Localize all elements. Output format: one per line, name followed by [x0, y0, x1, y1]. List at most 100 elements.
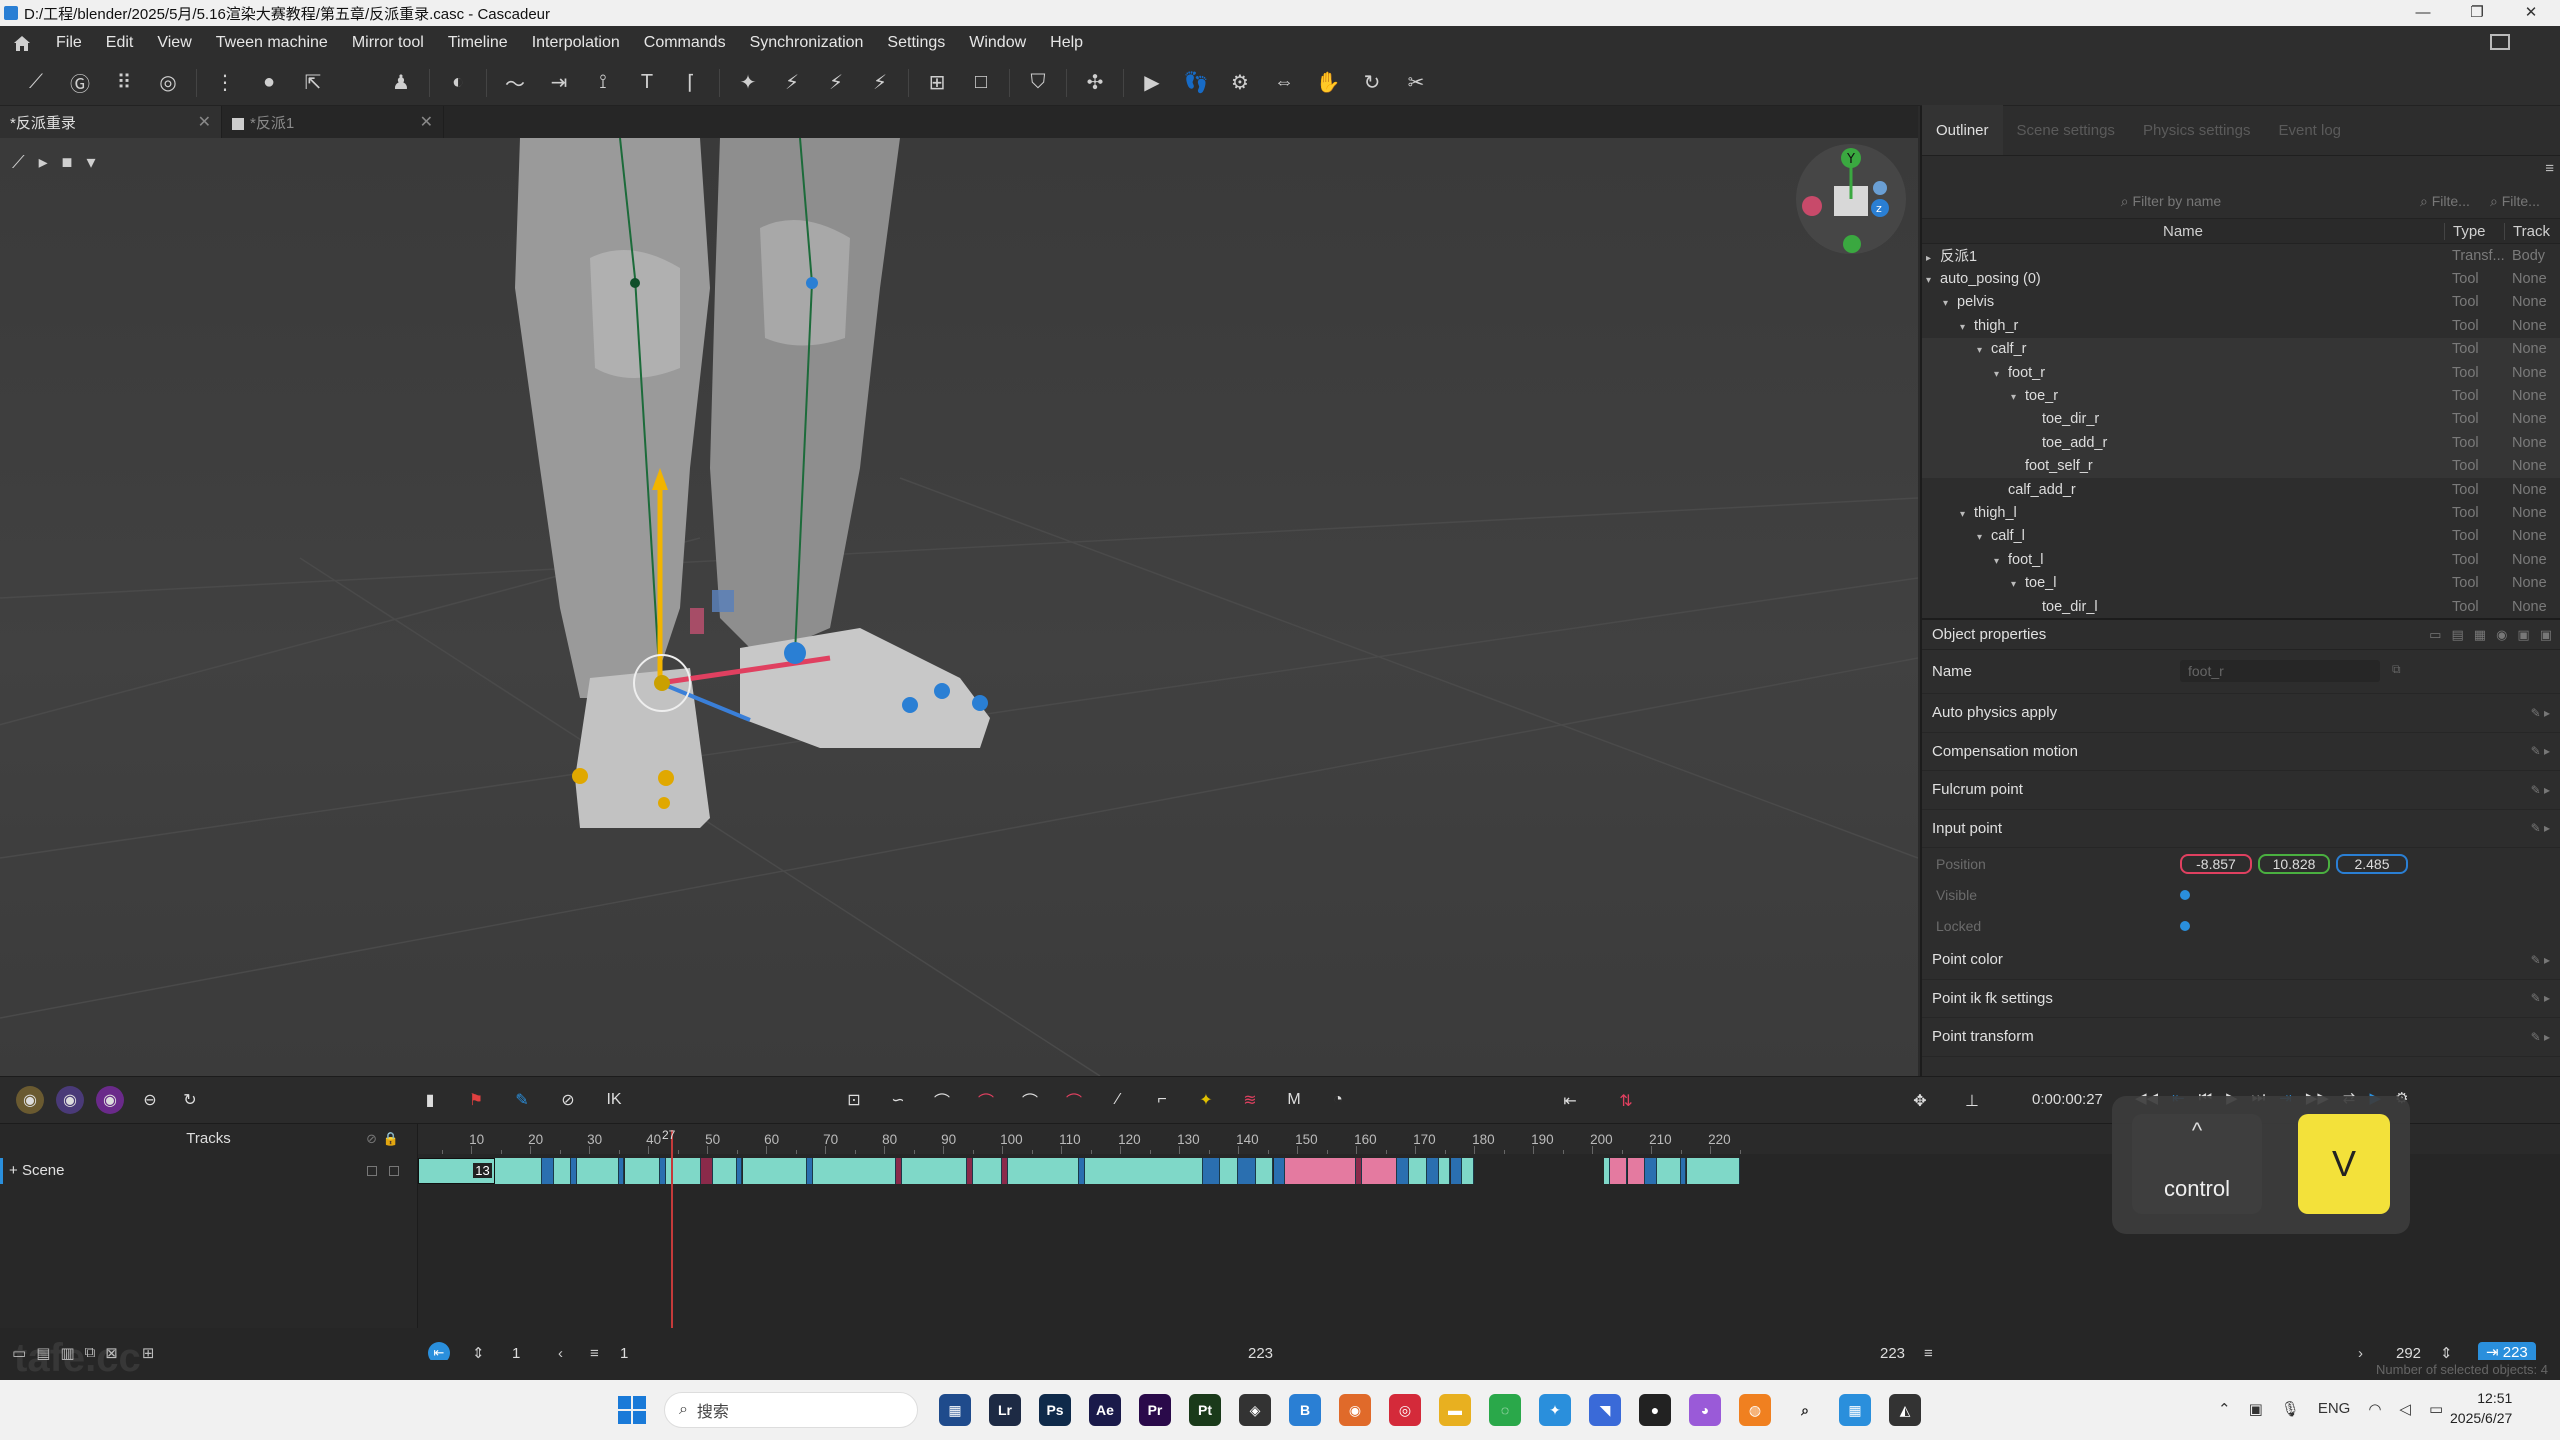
camera-icon[interactable]: ■: [62, 152, 73, 173]
position-y-field[interactable]: 10.828: [2258, 854, 2330, 874]
rotate-icon[interactable]: ↻: [1357, 68, 1387, 98]
skeleton-icon[interactable]: ⟋: [12, 152, 25, 173]
curve-editor-icon[interactable]: ⊡: [840, 1086, 868, 1114]
range-start-field[interactable]: 1: [512, 1345, 520, 1362]
name-field[interactable]: foot_r: [2180, 660, 2380, 682]
stairs-icon[interactable]: ⟟: [588, 68, 618, 98]
photoshop-icon[interactable]: Ps: [1039, 1394, 1071, 1426]
column-track[interactable]: Track: [2504, 222, 2560, 240]
menu-view[interactable]: View: [145, 34, 203, 52]
frame-icon[interactable]: ⊞: [922, 68, 952, 98]
tray-up-icon[interactable]: ⌃: [2218, 1400, 2231, 1418]
position-x-field[interactable]: -8.857: [2180, 854, 2252, 874]
blender-icon[interactable]: ◍: [1739, 1394, 1771, 1426]
pose-icon[interactable]: ✦: [733, 68, 763, 98]
expand-arrow-icon[interactable]: ▾: [1977, 345, 1991, 356]
menu-edit[interactable]: Edit: [94, 34, 146, 52]
keyframe-segment[interactable]: [1409, 1158, 1427, 1184]
tab-second-scene[interactable]: *反派1 ✕: [222, 106, 444, 138]
keyframe-segment[interactable]: [1657, 1158, 1681, 1184]
bones-icon[interactable]: ✂: [1401, 68, 1431, 98]
expand-arrow-icon[interactable]: ▾: [2011, 579, 2025, 590]
property-section[interactable]: Point ik fk settings ✎ ▸: [1922, 980, 2560, 1018]
interp-3-icon[interactable]: ⌒: [1016, 1086, 1044, 1114]
run-icon[interactable]: ⚡: [777, 68, 807, 98]
pt-app-icon[interactable]: Pt: [1189, 1394, 1221, 1426]
speedometer-icon[interactable]: ◔: [1324, 1086, 1352, 1114]
lightroom-icon[interactable]: Lr: [989, 1394, 1021, 1426]
keyframe-segment[interactable]: [742, 1158, 808, 1184]
clamp-icon[interactable]: ✦: [1192, 1086, 1220, 1114]
outliner-row[interactable]: ▸ 反派1 Transf... Body: [1922, 244, 2560, 267]
outliner-row[interactable]: ▾ foot_r Tool None: [1922, 360, 2560, 385]
keyframe-segment[interactable]: [1238, 1158, 1256, 1184]
firefox-icon[interactable]: ◉: [1339, 1394, 1371, 1426]
keyframe-segment[interactable]: [1609, 1158, 1628, 1184]
m-icon[interactable]: M: [1280, 1086, 1308, 1114]
keyframe-segment[interactable]: [1273, 1158, 1286, 1184]
column-name[interactable]: Name: [1922, 223, 2444, 240]
record-range-icon[interactable]: ⇅: [1612, 1087, 1640, 1115]
tab-outliner[interactable]: Outliner: [1922, 105, 2003, 155]
netease-icon[interactable]: ◎: [1389, 1394, 1421, 1426]
keyframe-segment[interactable]: [1397, 1158, 1410, 1184]
outliner-row[interactable]: toe_dir_r Tool None: [1922, 407, 2560, 432]
grid-icon[interactable]: ▦: [2474, 627, 2486, 643]
taskbar-app-icon-1[interactable]: ▦: [939, 1394, 971, 1426]
close-icon[interactable]: ✕: [420, 112, 433, 132]
keyframe-segment[interactable]: [713, 1158, 737, 1184]
scale-icon[interactable]: ⇔: [1269, 68, 1299, 98]
obs-icon[interactable]: ●: [1639, 1394, 1671, 1426]
outliner-row[interactable]: ▾ calf_l Tool None: [1922, 525, 2560, 548]
expand-arrow-icon[interactable]: ▾: [1960, 322, 1974, 333]
dropdown-icon[interactable]: ▸: [39, 152, 48, 173]
b-app-icon[interactable]: B: [1289, 1394, 1321, 1426]
expand-arrow-icon[interactable]: ▾: [1926, 275, 1940, 286]
visible-checkbox[interactable]: [2180, 890, 2190, 900]
volume-icon[interactable]: ◁: [2399, 1400, 2411, 1418]
step-icon[interactable]: ⋮: [210, 68, 240, 98]
expand-arrow-icon[interactable]: ▸: [1926, 253, 1940, 264]
tab-physics-settings[interactable]: Physics settings: [2129, 105, 2265, 155]
keyframe-segment[interactable]: [1462, 1158, 1475, 1184]
shield-icon[interactable]: ⛉: [1023, 68, 1053, 98]
expand-arrow-icon[interactable]: ▾: [1994, 369, 2008, 380]
keyframe-segment[interactable]: [1426, 1158, 1439, 1184]
range-menu-icon[interactable]: ≡: [590, 1345, 599, 1362]
menu-window[interactable]: Window: [957, 34, 1038, 52]
prev-icon[interactable]: ‹: [558, 1345, 563, 1362]
noise-icon[interactable]: ≋: [1236, 1086, 1264, 1114]
keyframe-segment[interactable]: [1450, 1158, 1463, 1184]
outliner-row[interactable]: ▾ pelvis Tool None: [1922, 291, 2560, 314]
menu-interpolation[interactable]: Interpolation: [520, 34, 632, 52]
wrench-icon[interactable]: ✎: [508, 1086, 536, 1114]
outliner-row[interactable]: toe_dir_l Tool None: [1922, 595, 2560, 618]
keyframe-segment[interactable]: [1255, 1158, 1274, 1184]
premiere-icon[interactable]: Pr: [1139, 1394, 1171, 1426]
loop-icon[interactable]: ↻: [176, 1086, 204, 1114]
align-icon[interactable]: ⇥: [544, 68, 574, 98]
eye-icon[interactable]: ◉: [2496, 627, 2507, 643]
flag-icon[interactable]: ⚑: [462, 1086, 490, 1114]
menu-file[interactable]: File: [44, 34, 94, 52]
graph-icon[interactable]: ⟋: [21, 68, 51, 98]
anchor-icon[interactable]: ⊥: [1958, 1087, 1986, 1115]
outliner-row[interactable]: ▾ thigh_r Tool None: [1922, 314, 2560, 337]
interp-4-icon[interactable]: ⌒: [1060, 1086, 1088, 1114]
orientation-gizmo[interactable]: Y z: [1796, 144, 1906, 254]
outliner-row[interactable]: ▾ thigh_l Tool None: [1922, 501, 2560, 524]
outliner-row[interactable]: calf_add_r Tool None: [1922, 478, 2560, 501]
no-icon[interactable]: ⊘: [554, 1086, 582, 1114]
app-dark-icon[interactable]: ◭: [1889, 1394, 1921, 1426]
global-mode-icon[interactable]: Ⓖ: [65, 68, 95, 98]
run3-icon[interactable]: ⚡: [865, 68, 895, 98]
playhead[interactable]: [671, 1130, 673, 1330]
pin-icon[interactable]: ✎ ▸: [2531, 783, 2550, 797]
taskbar-search[interactable]: ⌕ 搜索: [664, 1392, 918, 1428]
file-explorer-icon[interactable]: ▬: [1439, 1394, 1471, 1426]
menu-mirror-tool[interactable]: Mirror tool: [340, 34, 436, 52]
filter-by-name-input[interactable]: ⌕ Filter by name: [1922, 193, 2420, 210]
ik-icon[interactable]: IK: [600, 1086, 628, 1114]
tab-scene-settings[interactable]: Scene settings: [2003, 105, 2129, 155]
cat-app-icon[interactable]: ◕: [1689, 1394, 1721, 1426]
